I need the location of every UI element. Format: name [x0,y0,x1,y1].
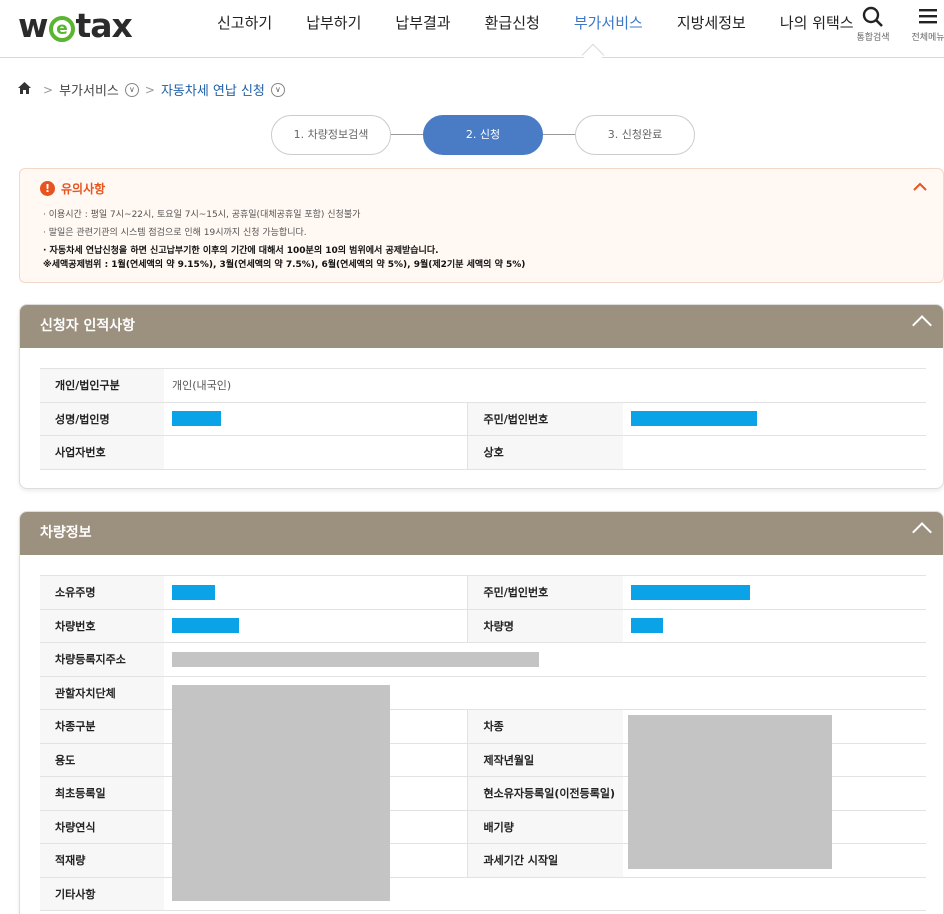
label-etc: 기타사항 [40,876,164,911]
value-biz-no [164,435,467,470]
chevron-right-icon: > [43,82,54,97]
label-made: 제작년월일 [466,742,623,777]
wetax-logo[interactable]: w e tax [18,6,133,45]
top-header: w e tax 신고하기 납부하기 납부결과 환급신청 부가서비스 지방세정보 나의… [0,0,944,67]
label-authority: 관할자치단체 [40,675,164,710]
value-trade-name [623,435,926,470]
step-2: 2. 신청 [423,115,543,155]
label-type: 개인/법인구분 [40,368,164,403]
applicant-panel-title: 신청자 인적사항 [40,318,136,334]
label-biz-no: 사업자번호 [40,435,164,470]
home-icon[interactable] [18,81,31,98]
value-plate [164,608,467,643]
chevron-up-icon[interactable] [912,522,932,542]
breadcrumb-level1[interactable]: 부가서비스 [59,80,119,99]
redacted-value [172,411,221,427]
redacted-value [631,618,663,634]
value-type: 개인(내국인) [164,368,926,403]
label-owner: 소유주명 [40,575,164,610]
logo-text-tax: tax [75,6,133,45]
breadcrumb: > 부가서비스 ∨ > 자동차세 연납 신청 ∨ [18,80,285,99]
search-icon [851,6,895,30]
label-name: 성명/법인명 [40,401,164,436]
redacted-value [631,584,750,600]
applicant-panel: 신청자 인적사항 개인/법인구분 개인(내국인) 성명/법인명 주민/법인번호 … [19,304,944,489]
label-address: 차량등록지주소 [40,642,164,677]
value-model [623,608,926,643]
label-reg-no: 주민/법인번호 [466,401,623,436]
nav-item-local-tax-info[interactable]: 지방세정보 [660,0,763,58]
logo-e-mark: e [48,16,75,42]
vehicle-panel-title: 차량정보 [40,525,92,541]
label-load: 적재량 [40,843,164,878]
label-category: 차종구분 [40,709,164,744]
value-name [164,401,467,436]
label-displacement: 배기량 [466,809,623,844]
table-row: 소유주명 주민/법인번호 [40,575,926,610]
vehicle-panel-header[interactable]: 차량정보 [20,512,943,555]
logo-text-w: w [18,6,48,45]
table-row: 성명/법인명 주민/법인번호 [40,401,926,436]
redacted-value [172,618,239,634]
step-3: 3. 신청완료 [575,115,695,155]
redacted-block [172,685,390,901]
nav-item-payment-result[interactable]: 납부결과 [378,0,467,58]
notice-line: · 말일은 관련기관의 시스템 점검으로 인해 19시까지 신청 가능합니다. [43,228,307,238]
notice-title-text: 유의사항 [61,182,106,196]
nav-item-file[interactable]: 신고하기 [200,0,289,58]
chevron-up-icon [913,182,927,191]
all-menu-label: 전체메뉴 [911,33,944,43]
redacted-value [631,411,757,427]
step-connector [543,134,576,135]
search-button[interactable]: 통합검색 [851,6,895,43]
value-reg-no [623,575,926,610]
collapse-toggle[interactable] [913,177,927,196]
redacted-value [172,651,539,667]
notice-line: · 자동차세 연납신청을 하면 신고납부기한 이후의 기간에 대해서 100분의… [43,246,439,256]
value-owner [164,575,467,610]
table-row: 차량번호 차량명 [40,608,926,643]
label-model: 차량명 [466,608,623,643]
redacted-block [628,715,832,869]
chevron-down-icon[interactable]: ∨ [124,82,139,97]
step-1: 1. 차량정보검색 [271,115,391,155]
chevron-up-icon[interactable] [912,315,932,335]
label-plate: 차량번호 [40,608,164,643]
label-kind: 차종 [466,709,623,744]
nav-item-extra-services[interactable]: 부가서비스 [557,0,660,58]
label-tax-start: 과세기간 시작일 [466,843,623,878]
applicant-table: 개인/법인구분 개인(내국인) 성명/법인명 주민/법인번호 사업자번호 상호 [40,368,926,470]
notice-line: · 이용시간 : 평일 7시~22시, 토요일 7시~15시, 공휴일(대체공휴… [43,210,361,220]
progress-steps: 1. 차량정보검색 2. 신청 3. 신청완료 [271,115,695,155]
label-reg-no: 주민/법인번호 [466,575,623,610]
main-nav: 신고하기 납부하기 납부결과 환급신청 부가서비스 지방세정보 나의 위택스 [200,0,871,58]
table-row: 차량등록지주소 [40,642,926,677]
value-reg-no [623,401,926,436]
label-first-reg: 최초등록일 [40,776,164,811]
notice-line: ※세액공제범위 : 1월(연세액의 약 9.15%), 3월(연세액의 약 7.… [43,260,526,270]
label-year: 차량연식 [40,809,164,844]
table-row: 사업자번호 상호 [40,435,926,470]
nav-item-refund[interactable]: 환급신청 [468,0,557,58]
label-owner-reg: 현소유자등록일(이전등록일) [466,776,623,811]
chevron-down-icon[interactable]: ∨ [270,82,285,97]
step-connector [391,134,424,135]
redacted-value [172,584,215,600]
value-address [164,642,926,677]
chevron-right-icon: > [144,82,155,97]
label-usage: 용도 [40,742,164,777]
table-row: 개인/법인구분 개인(내국인) [40,368,926,403]
warning-icon: ! [40,181,55,196]
all-menu-button[interactable]: 전체메뉴 [906,6,944,43]
notice-title: ! 유의사항 [40,180,105,197]
breadcrumb-level2[interactable]: 자동차세 연납 신청 [161,80,265,99]
label-trade-name: 상호 [466,435,623,470]
hamburger-icon [906,6,944,30]
applicant-panel-header[interactable]: 신청자 인적사항 [20,305,943,348]
nav-item-pay[interactable]: 납부하기 [289,0,378,58]
notice-box: ! 유의사항 · 이용시간 : 평일 7시~22시, 토요일 7시~15시, 공… [19,168,944,283]
search-label: 통합검색 [856,33,890,43]
